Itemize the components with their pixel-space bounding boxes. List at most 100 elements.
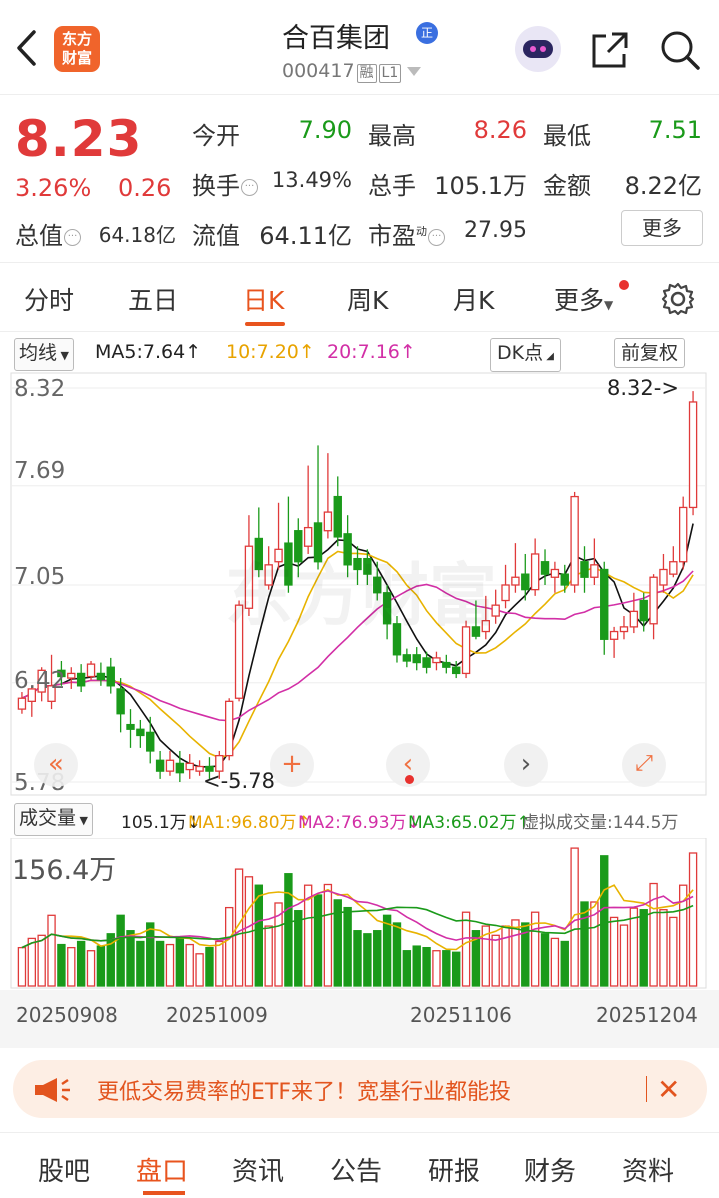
mktcap-value: 64.18亿 [98,223,176,247]
nav-news[interactable]: 资讯 [232,1151,284,1188]
candle-body [136,728,145,737]
volume-bar [205,946,214,987]
corner-caret-icon: ◢ [543,351,554,362]
volume-value-text: 105.1万 [121,813,187,833]
high-label: 最高 [368,122,416,150]
nav-profile[interactable]: 资料 [622,1151,674,1188]
close-icon[interactable]: ✕ [657,1073,680,1106]
candle-body [540,561,550,575]
candle-body [501,584,510,602]
tab-more[interactable]: 更多▼ [554,281,613,317]
float-value: 64.11亿 [259,222,352,250]
volume-bar [116,914,125,987]
candle-body [669,561,678,575]
search-icon[interactable] [658,28,702,72]
ma-select[interactable]: 均线 ▼ [14,338,74,371]
header: 东方 财富 合百集团 正 000417 融 L1 [0,0,719,95]
tab-intraday[interactable]: 分时 [24,281,74,317]
nav-research[interactable]: 研报 [428,1151,480,1188]
float-label: 流值 [192,222,240,250]
info-icon[interactable]: ··· [241,178,258,196]
turnover-label[interactable]: 换手 ··· [192,166,258,201]
volume-bar [382,914,392,987]
candle-body [570,495,579,586]
candle-body [511,576,520,586]
change-amount: 0.26 [118,174,172,202]
tab-weekly-k[interactable]: 周K [347,281,388,317]
y-tick-7-69: 7.69 [14,458,66,484]
volume-bar [155,940,165,987]
volume-bar [491,934,500,987]
low-value: 7.51 [648,116,702,144]
zoom-in-button[interactable]: + [270,743,314,787]
volume-value: 105.1万 [434,172,527,200]
volume-bar [659,909,668,987]
tab-daily-k[interactable]: 日K [243,281,284,317]
promo-banner[interactable]: 更低交易费率的ETF来了！宽基行业都能投 ✕ [13,1060,707,1118]
nav-finance[interactable]: 财务 [524,1151,576,1188]
caret-down-icon: ▼ [604,298,614,312]
volume-bar [86,950,96,987]
y-tick-6-42: 6.42 [14,668,66,694]
candle-body [422,657,431,668]
info-icon[interactable]: ··· [428,228,445,246]
dk-point-button[interactable]: DK点 ◢ [490,338,561,372]
app-logo[interactable]: 东方 财富 [54,26,100,72]
candle-body [580,561,589,578]
volume-bar [580,901,589,987]
dropdown-icon[interactable] [407,67,422,76]
amount-value: 8.22亿 [624,172,702,200]
vol-ma3-text: MA3:65.02万 [408,813,517,833]
volume-bar [619,924,629,987]
volume-bar [195,953,204,987]
more-quote-button[interactable]: 更多 [621,210,703,246]
tab-five-day[interactable]: 五日 [128,281,178,317]
robot-avatar-icon[interactable] [515,26,561,72]
pe-label[interactable]: 市盈动 ··· [368,216,445,251]
min-price-marker: <-5.78 [203,769,275,793]
candle-body [224,700,234,757]
volume-bar [412,945,421,987]
stock-name: 合百集团 [282,23,390,54]
ma5-value: MA5:7.64↑ [95,341,202,363]
volume-bar [353,930,362,987]
vol-ma3: MA3:65.02万↑ [408,813,531,833]
nav-announcements[interactable]: 公告 [330,1151,382,1188]
prev-button[interactable]: ‹ [386,743,430,787]
next-button[interactable]: › [504,743,548,787]
candle-body [412,654,421,664]
volume-bar [37,934,46,987]
nav-pankou[interactable]: 盘口 [136,1151,188,1188]
ma5-text: MA5:7.64 [95,341,186,363]
amount-label: 金额 [543,172,591,200]
fullscreen-button[interactable]: ⤢ [622,743,666,787]
volume-bar [432,950,441,987]
nav-guba[interactable]: 股吧 [38,1151,90,1188]
caret-down-icon: ▼ [57,349,69,362]
volume-bar [96,945,106,987]
info-icon[interactable]: ··· [64,228,81,246]
mktcap-label[interactable]: 总值 ··· [15,216,81,251]
banner-divider [646,1076,647,1102]
scroll-left-fast-button[interactable]: « [34,743,78,787]
share-icon[interactable] [590,30,630,70]
candle-body [688,401,698,509]
stock-code-row[interactable]: 000417 融 L1 [282,60,422,83]
pe-value: 27.95 [464,218,527,243]
volume-bar [294,910,303,987]
notification-dot [619,280,629,290]
volume-select-label: 成交量 [19,807,77,829]
volume-bar [550,937,560,987]
volume-bar [363,933,372,987]
volume-bar [284,873,293,987]
gear-icon[interactable] [660,281,696,317]
period-tabs: 分时 五日 日K 周K 月K 更多▼ [0,262,719,332]
date-label-3: 20251106 [410,1003,512,1027]
vol-ma1-text: MA1:96.80万 [188,813,297,833]
volume-select[interactable]: 成交量 ▼ [14,803,93,836]
adjust-button[interactable]: 前复权 [614,338,686,368]
back-icon[interactable] [14,28,40,68]
candle-body [521,573,530,591]
low-label: 最低 [543,122,591,150]
tab-monthly-k[interactable]: 月K [453,281,494,317]
